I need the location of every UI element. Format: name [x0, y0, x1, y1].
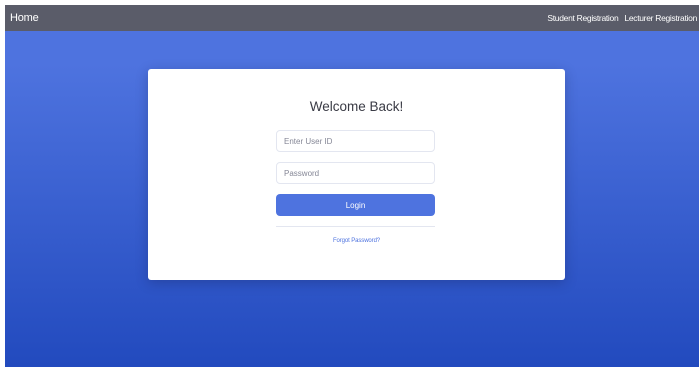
lecturer-registration-link[interactable]: Lecturer Registration	[624, 13, 697, 23]
nav-links: Student Registration Lecturer Registrati…	[541, 13, 699, 23]
student-registration-link[interactable]: Student Registration	[547, 13, 618, 23]
login-card: Welcome Back! Login Forgot Password?	[148, 69, 565, 280]
user-id-input[interactable]	[276, 130, 435, 152]
gradient-background: Welcome Back! Login Forgot Password?	[5, 31, 699, 367]
welcome-heading: Welcome Back!	[309, 99, 404, 114]
home-link[interactable]: Home	[5, 12, 39, 24]
page-frame: Home Student Registration Lecturer Regis…	[5, 5, 699, 367]
top-navbar: Home Student Registration Lecturer Regis…	[5, 5, 699, 31]
password-input[interactable]	[276, 162, 435, 184]
forgot-password-link[interactable]: Forgot Password?	[148, 238, 565, 244]
divider	[276, 226, 435, 227]
login-button[interactable]: Login	[276, 194, 435, 216]
